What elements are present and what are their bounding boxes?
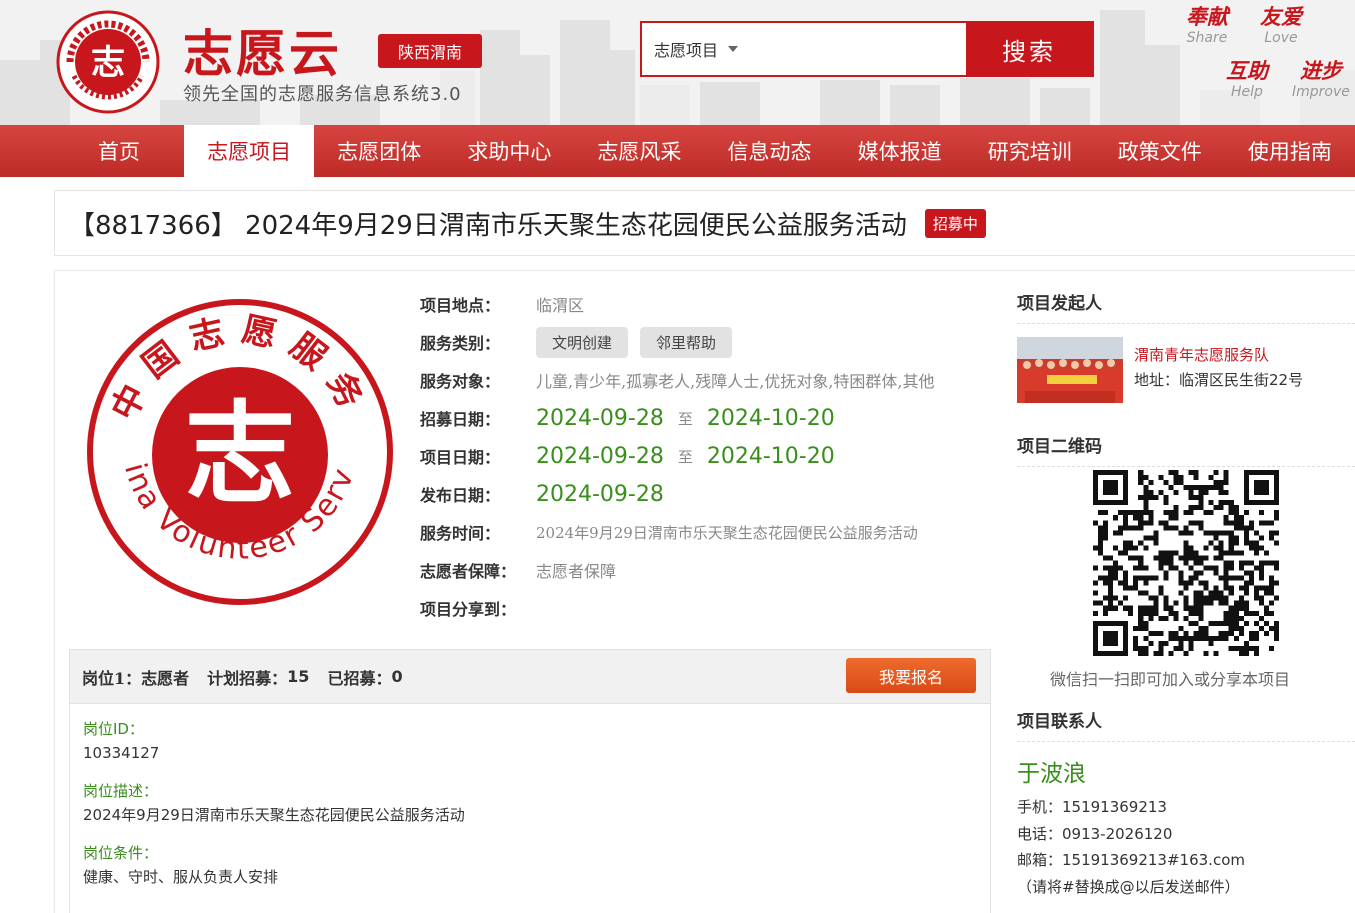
recruit-start-date: 2024-09-28 bbox=[536, 405, 664, 431]
info-target: 服务对象： 儿童,青少年,孤寡老人,残障人士,优抚对象,特困群体,其他 bbox=[420, 361, 1000, 399]
info-recruit-date: 招募日期： 2024-09-28 至 2024-10-20 bbox=[420, 405, 835, 431]
info-category: 服务类别： 文明创建 邻里帮助 bbox=[420, 323, 1000, 361]
contact-name: 于波浪 bbox=[1017, 761, 1086, 787]
recruit-end-date: 2024-10-20 bbox=[706, 405, 835, 431]
publish-date: 2024-09-28 bbox=[536, 481, 664, 507]
project-info: 项目地点： 临渭区 服务类别： 文明创建 邻里帮助 服务对象： 儿童,青少年,孤… bbox=[420, 285, 1000, 627]
qr-code bbox=[1093, 470, 1279, 656]
volunteer-logo-icon[interactable]: 志 bbox=[56, 10, 160, 114]
info-service-time: 服务时间： 2024年9月29日渭南市乐天聚生态花园便民公益服务活动 bbox=[420, 523, 918, 544]
nav-item-news[interactable]: 信息动态 bbox=[704, 125, 834, 177]
chevron-down-icon bbox=[728, 46, 739, 52]
info-publish-date: 发布日期： 2024-09-28 bbox=[420, 481, 664, 507]
nav-item-research[interactable]: 研究培训 bbox=[965, 125, 1095, 177]
position-card: 岗位1： 志愿者 计划招募： 15 已招募： 0 我要报名 岗位ID： 1033412… bbox=[69, 649, 991, 913]
info-project-date: 项目日期： 2024-09-28 至 2024-10-20 bbox=[420, 443, 835, 469]
slogan-share: 奉献 Share bbox=[1186, 5, 1228, 46]
contact-phone: 电话：0913-2026120 bbox=[1017, 825, 1173, 843]
location-value: 临渭区 bbox=[536, 296, 585, 315]
plan-count: 15 bbox=[287, 667, 310, 686]
service-time-value: 2024年9月29日渭南市乐天聚生态花园便民公益服务活动 bbox=[536, 523, 918, 542]
org-address: 地址：临渭区民生街22号 bbox=[1134, 371, 1304, 389]
position-role: 志愿者 bbox=[141, 668, 190, 688]
category-tag[interactable]: 文明创建 bbox=[536, 326, 629, 358]
site-header: 志 志愿云 陕西渭南 领先全国的志愿服务信息系统3.0 志愿项目 搜索 奉献 S… bbox=[0, 0, 1355, 125]
status-badge: 招募中 bbox=[924, 208, 986, 238]
org-name-link[interactable]: 渭南青年志愿服务队 bbox=[1134, 343, 1303, 367]
brand-title[interactable]: 志愿云 bbox=[183, 14, 342, 86]
info-location: 项目地点： 临渭区 bbox=[420, 285, 1000, 323]
position-field: 岗位条件： 健康、守时、服从负责人安排 bbox=[70, 842, 990, 890]
group-photo-icon bbox=[1017, 337, 1123, 403]
slogan-love: 友爱 Love bbox=[1260, 5, 1302, 46]
email-note: （请将#替换成@以后发送邮件） bbox=[1017, 878, 1240, 896]
project-start-date: 2024-09-28 bbox=[536, 443, 664, 469]
slogans: 奉献 Share 友爱 Love 互助 Help 进步 Improve bbox=[1180, 4, 1355, 114]
guarantee-value: 志愿者保障 bbox=[536, 562, 617, 581]
project-title-bar: 【8817366】 2024年9月29日渭南市乐天聚生态花园便民公益服务活动 招… bbox=[54, 190, 1355, 256]
info-share: 项目分享到： bbox=[420, 600, 517, 619]
nav-item-media[interactable]: 媒体报道 bbox=[835, 125, 965, 177]
project-sidebar: 项目发起人 渭南青年志愿服务队 地址：临渭区民生街22号 项目二维码 微信扫一扫… bbox=[1017, 280, 1355, 896]
position-description: 2024年9月29日渭南市乐天聚生态花园便民公益服务活动 bbox=[83, 806, 465, 824]
search-category-select[interactable]: 志愿项目 bbox=[654, 23, 739, 75]
region-switch-button[interactable]: 陕西渭南 bbox=[378, 34, 482, 68]
project-end-date: 2024-10-20 bbox=[706, 443, 835, 469]
logo-mark: 志 bbox=[185, 389, 295, 518]
contact-mobile: 手机：15191369213 bbox=[1017, 798, 1167, 816]
contact-title: 项目联系人 bbox=[1017, 698, 1355, 742]
nav-item-groups[interactable]: 志愿团体 bbox=[314, 125, 444, 177]
search-category-label: 志愿项目 bbox=[654, 41, 719, 60]
nav-item-home[interactable]: 首页 bbox=[54, 125, 184, 177]
slogan-help: 互助 Help bbox=[1226, 59, 1268, 100]
signup-button[interactable]: 我要报名 bbox=[846, 658, 976, 693]
contact-email: 邮箱：15191369213#163.com bbox=[1017, 851, 1245, 869]
china-volunteer-service-logo: 中国志愿服务 China Volunteer Service 志 bbox=[85, 297, 393, 605]
slogan-improve: 进步 Improve bbox=[1292, 59, 1350, 100]
nav-item-policy[interactable]: 政策文件 bbox=[1095, 125, 1225, 177]
nav-item-guide[interactable]: 使用指南 bbox=[1225, 125, 1355, 177]
target-value: 儿童,青少年,孤寡老人,残障人士,优抚对象,特困群体,其他 bbox=[536, 372, 935, 391]
position-header: 岗位1： 志愿者 计划招募： 15 已招募： 0 我要报名 bbox=[70, 650, 990, 704]
qr-caption: 微信扫一扫即可加入或分享本项目 bbox=[1049, 670, 1290, 689]
initiator-title: 项目发起人 bbox=[1017, 280, 1355, 324]
info-guarantee: 志愿者保障： 志愿者保障 bbox=[420, 551, 1000, 589]
category-tag[interactable]: 邻里帮助 bbox=[640, 326, 733, 358]
project-title: 【8817366】 2024年9月29日渭南市乐天聚生态花园便民公益服务活动 bbox=[69, 210, 907, 241]
main-nav: 首页 志愿项目 志愿团体 求助中心 志愿风采 信息动态 媒体报道 研究培训 政策… bbox=[0, 125, 1355, 177]
qr-title: 项目二维码 bbox=[1017, 423, 1355, 467]
brand-subtitle: 领先全国的志愿服务信息系统3.0 bbox=[183, 84, 462, 105]
nav-item-showcase[interactable]: 志愿风采 bbox=[574, 125, 704, 177]
position-requirements: 健康、守时、服从负责人安排 bbox=[83, 868, 279, 886]
search-button[interactable]: 搜索 bbox=[966, 23, 1092, 75]
initiator-card: 渭南青年志愿服务队 地址：临渭区民生街22号 bbox=[1017, 337, 1355, 403]
position-id: 10334127 bbox=[83, 744, 160, 762]
joined-count: 0 bbox=[391, 667, 403, 686]
position-field: 岗位ID： 10334127 bbox=[70, 718, 990, 766]
nav-item-help-center[interactable]: 求助中心 bbox=[444, 125, 574, 177]
search-input[interactable] bbox=[772, 27, 962, 71]
position-field: 岗位描述： 2024年9月29日渭南市乐天聚生态花园便民公益服务活动 bbox=[70, 780, 990, 828]
search-box: 志愿项目 搜索 bbox=[640, 21, 1094, 77]
svg-text:志: 志 bbox=[91, 43, 125, 83]
nav-item-projects[interactable]: 志愿项目 bbox=[184, 125, 315, 177]
initiator-photo[interactable] bbox=[1017, 337, 1123, 403]
